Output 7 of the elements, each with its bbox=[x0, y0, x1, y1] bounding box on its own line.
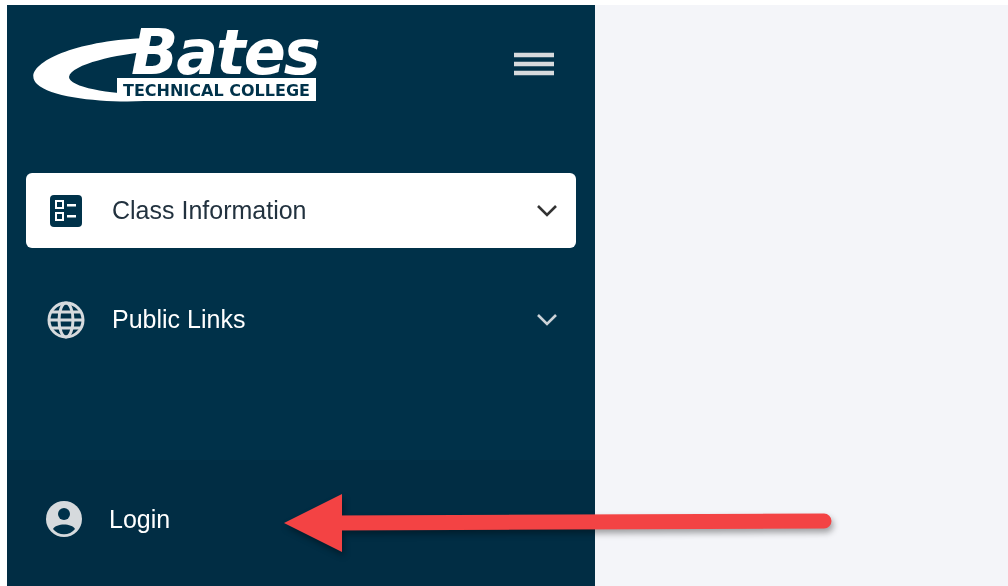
login-link[interactable]: Login bbox=[7, 460, 595, 586]
globe-icon bbox=[46, 299, 86, 340]
nav-item[interactable]: Class Information bbox=[26, 173, 576, 248]
list-icon bbox=[49, 193, 83, 228]
user-icon bbox=[45, 500, 83, 538]
nav-item[interactable]: Public Links bbox=[26, 282, 576, 357]
college-logo: Bates TECHNICAL COLLEGE bbox=[29, 22, 379, 106]
